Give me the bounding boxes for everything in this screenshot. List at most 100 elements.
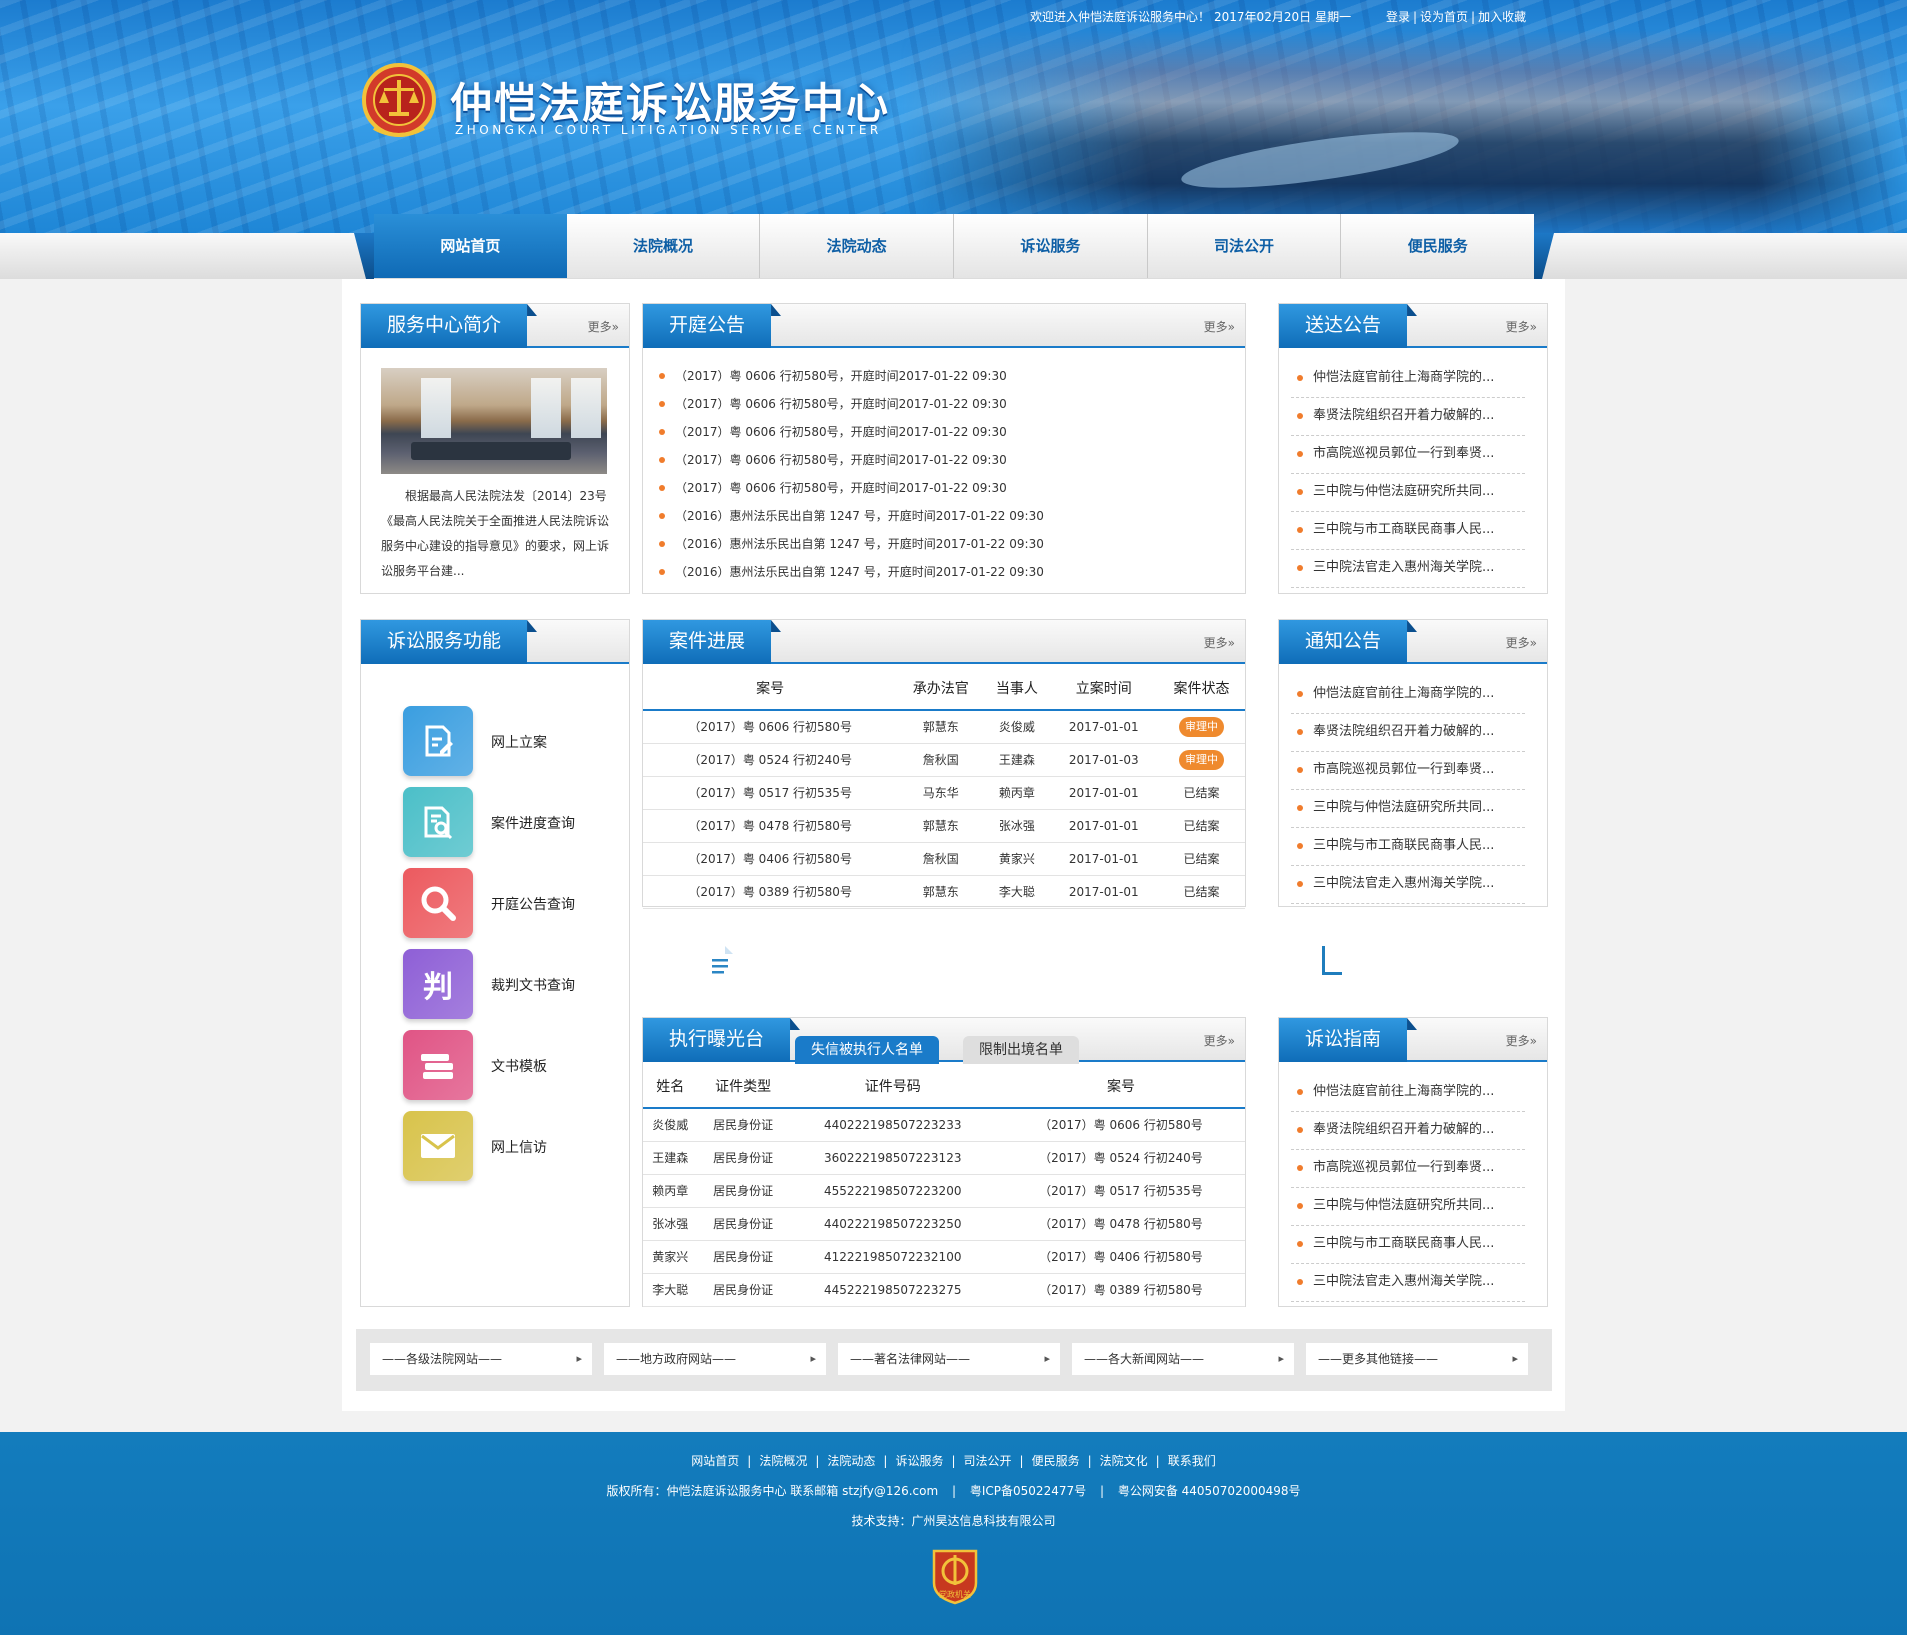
more-link[interactable]: 更多» (1506, 1032, 1537, 1049)
nav-item-news[interactable]: 法院动态 (759, 214, 954, 278)
tab-exit-restriction-list[interactable]: 限制出境名单 (963, 1036, 1079, 1064)
notice-item[interactable]: 仲恺法庭官前往上海商学院的... (1291, 676, 1525, 714)
guide-item[interactable]: 三中院与市工商联民商事人民... (1291, 1226, 1525, 1264)
delivery-item[interactable]: 仲恺法庭官前往上海商学院的... (1291, 360, 1525, 398)
guide-item[interactable]: 仲恺法庭官前往上海商学院的... (1291, 1074, 1525, 1112)
court-sites-select[interactable]: ——各级法院网站—— (370, 1343, 592, 1375)
notice-item[interactable]: 市高院巡视员郭位一行到奉贤... (1291, 752, 1525, 790)
table-row[interactable]: 李大聪 居民身份证 445222198507223275 （2017）粤 0389 行… (643, 1273, 1245, 1307)
add-favorite-link[interactable]: 加入收藏 (1478, 10, 1526, 24)
exposure-title: 执行曝光台 (643, 1018, 791, 1062)
other-links-select[interactable]: ——更多其他链接—— (1306, 1343, 1528, 1375)
judgment-docs-label: 裁判文书公开 (1359, 951, 1485, 975)
functions-panel: 诉讼服务功能 网上立案 案件进度查询 开庭公告查询判 裁判文书查询 文书模板 网上信访 (360, 619, 630, 1307)
court-emblem-icon[interactable] (362, 58, 436, 142)
nav-item-judicial-open[interactable]: 司法公开 (1146, 214, 1341, 278)
delivery-item[interactable]: 奉贤法院组织召开着力破解的... (1291, 398, 1525, 436)
main-content: 服务中心简介 更多» 根据最高人民法院法发〔2014〕23号《最高人民法院关于全… (342, 279, 1565, 1411)
table-row[interactable]: 王建森 居民身份证 360222198507223123 （2017）粤 0524 行… (643, 1141, 1245, 1175)
hearing-list: （2017）粤 0606 行初580号，开庭时间2017-01-22 09:30… (643, 350, 1245, 586)
notice-item[interactable]: 三中院与仲恺法庭研究所共同... (1291, 790, 1525, 828)
footer-nav-link[interactable]: 网站首页 (691, 1454, 739, 1468)
nav-item-services[interactable]: 便民服务 (1340, 214, 1535, 278)
more-link[interactable]: 更多» (1506, 634, 1537, 651)
more-link[interactable]: 更多» (1204, 318, 1235, 335)
table-cell: （2017）粤 0606 行初580号 (643, 710, 898, 744)
courtroom-photo[interactable] (381, 368, 607, 474)
function-item-5[interactable]: 文书模板 (403, 1030, 603, 1102)
execution-info-button[interactable]: 执行信息公开 (947, 927, 1243, 997)
guide-item[interactable]: 奉贤法院组织召开着力破解的... (1291, 1112, 1525, 1150)
table-row[interactable]: 炎俊威 居民身份证 440222198507223233 （2017）粤 0606 行… (643, 1108, 1245, 1142)
table-cell: 郭慧东 (897, 875, 985, 909)
hearing-item[interactable]: （2016）惠州法乐民出自第 1247 号，开庭时间2017-01-22 09:… (659, 530, 1245, 558)
government-sites-select[interactable]: ——地方政府网站—— (604, 1343, 826, 1375)
table-row[interactable]: 黄家兴 居民身份证 412221985072232100 （2017）粤 0406 行… (643, 1240, 1245, 1274)
panel-body: 仲恺法庭官前往上海商学院的... 奉贤法院组织召开着力破解的... 市高院巡视员郭位… (1279, 1064, 1547, 1306)
delivery-item[interactable]: 三中院与市工商联民商事人民... (1291, 512, 1525, 550)
legal-sites-select[interactable]: ——著名法律网站—— (838, 1343, 1060, 1375)
more-link[interactable]: 更多» (1506, 318, 1537, 335)
table-cell: 居民身份证 (697, 1240, 789, 1274)
footer-nav-link[interactable]: 便民服务 (1032, 1454, 1080, 1468)
table-row[interactable]: （2017）粤 0606 行初580号 郭慧东 炎俊威 2017-01-01 审理中 (643, 710, 1245, 744)
judgment-docs-button[interactable]: 裁判文书公开 (1252, 927, 1548, 997)
table-header-row: 案号 承办法官 当事人 立案时间 案件状态 (643, 666, 1245, 711)
table-row[interactable]: 赖丙章 居民身份证 455222198507223200 （2017）粤 0517 行… (643, 1174, 1245, 1208)
footer-police-record[interactable]: 粤公网安备 44050702000498号 (1118, 1484, 1301, 1498)
footer-nav-link[interactable]: 联系我们 (1168, 1454, 1216, 1468)
intro-text: 根据最高人民法院法发〔2014〕23号《最高人民法院关于全面推进人民法院诉讼服务… (381, 489, 610, 578)
notice-item[interactable]: 三中院法官走入惠州海关学院... (1291, 866, 1525, 904)
function-item-6[interactable]: 网上信访 (403, 1111, 603, 1183)
table-row[interactable]: 张冰强 居民身份证 440222198507223250 （2017）粤 0478 行… (643, 1207, 1245, 1241)
login-link[interactable]: 登录 (1386, 10, 1410, 24)
table-row[interactable]: （2017）粤 0478 行初580号 郭慧东 张冰强 2017-01-01 已结案 (643, 809, 1245, 843)
table-cell: 2017-01-01 (1049, 875, 1158, 909)
trial-info-label: 审判信息公开 (749, 951, 875, 975)
footer-nav-link[interactable]: 法院文化 (1100, 1454, 1148, 1468)
delivery-item[interactable]: 三中院与仲恺法庭研究所共同... (1291, 474, 1525, 512)
footer-icp[interactable]: 粤ICP备05022477号 (970, 1484, 1086, 1498)
function-item-3[interactable]: 开庭公告查询 (403, 868, 603, 940)
guide-item[interactable]: 三中院法官走入惠州海关学院... (1291, 1264, 1525, 1302)
hearing-item[interactable]: （2017）粤 0606 行初580号，开庭时间2017-01-22 09:30 (659, 446, 1245, 474)
function-item-2[interactable]: 案件进度查询 (403, 787, 603, 859)
table-row[interactable]: （2017）粤 0406 行初580号 詹秋国 黄家兴 2017-01-01 已结案 (643, 842, 1245, 876)
delivery-panel: 送达公告 更多» 仲恺法庭官前往上海商学院的... 奉贤法院组织召开着力破解的..… (1278, 303, 1548, 594)
more-link[interactable]: 更多» (1204, 1032, 1235, 1049)
set-homepage-link[interactable]: 设为首页 (1420, 10, 1468, 24)
column-header: 姓名 (643, 1064, 698, 1109)
guide-item[interactable]: 市高院巡视员郭位一行到奉贤... (1291, 1150, 1525, 1188)
delivery-item[interactable]: 三中院法官走入惠州海关学院... (1291, 550, 1525, 588)
table-row[interactable]: （2017）粤 0517 行初535号 马东华 赖丙章 2017-01-01 已结案 (643, 776, 1245, 810)
delivery-item[interactable]: 市高院巡视员郭位一行到奉贤... (1291, 436, 1525, 474)
footer-nav-separator: | (747, 1454, 752, 1468)
hearing-item[interactable]: （2017）粤 0606 行初580号，开庭时间2017-01-22 09:30 (659, 418, 1245, 446)
news-sites-select[interactable]: ——各大新闻网站—— (1072, 1343, 1294, 1375)
nav-item-home[interactable]: 网站首页 (374, 214, 567, 278)
table-row[interactable]: （2017）粤 0524 行初240号 詹秋国 王建森 2017-01-03 审理中 (643, 743, 1245, 777)
guide-item[interactable]: 三中院与仲恺法庭研究所共同... (1291, 1188, 1525, 1226)
notice-item[interactable]: 三中院与市工商联民商事人民... (1291, 828, 1525, 866)
footer-nav-link[interactable]: 诉讼服务 (895, 1454, 943, 1468)
more-link[interactable]: 更多» (588, 318, 619, 335)
footer-nav-link[interactable]: 法院动态 (827, 1454, 875, 1468)
tab-dishonest-list[interactable]: 失信被执行人名单 (795, 1036, 939, 1064)
hearing-item[interactable]: （2017）粤 0606 行初580号，开庭时间2017-01-22 09:30 (659, 362, 1245, 390)
nav-item-overview[interactable]: 法院概况 (566, 214, 760, 278)
footer-nav-link[interactable]: 法院概况 (759, 1454, 807, 1468)
photo-window (421, 378, 451, 438)
hearing-item[interactable]: （2017）粤 0606 行初580号，开庭时间2017-01-22 09:30 (659, 390, 1245, 418)
party-government-badge-icon[interactable]: 党政机关 (930, 1547, 980, 1605)
trial-info-button[interactable]: 审判信息公开 (642, 927, 938, 997)
function-item-1[interactable]: 网上立案 (403, 706, 603, 778)
hearing-item[interactable]: （2016）惠州法乐民出自第 1247 号，开庭时间2017-01-22 09:… (659, 502, 1245, 530)
hearing-item[interactable]: （2017）粤 0606 行初580号，开庭时间2017-01-22 09:30 (659, 474, 1245, 502)
footer-nav-link[interactable]: 司法公开 (964, 1454, 1012, 1468)
notice-item[interactable]: 奉贤法院组织召开着力破解的... (1291, 714, 1525, 752)
hearing-item[interactable]: （2016）惠州法乐民出自第 1247 号，开庭时间2017-01-22 09:… (659, 558, 1245, 586)
nav-item-litigation[interactable]: 诉讼服务 (953, 214, 1147, 278)
function-item-4[interactable]: 判 裁判文书查询 (403, 949, 603, 1021)
more-link[interactable]: 更多» (1204, 634, 1235, 651)
table-row[interactable]: （2017）粤 0389 行初580号 郭慧东 李大聪 2017-01-01 已结案 (643, 875, 1245, 909)
